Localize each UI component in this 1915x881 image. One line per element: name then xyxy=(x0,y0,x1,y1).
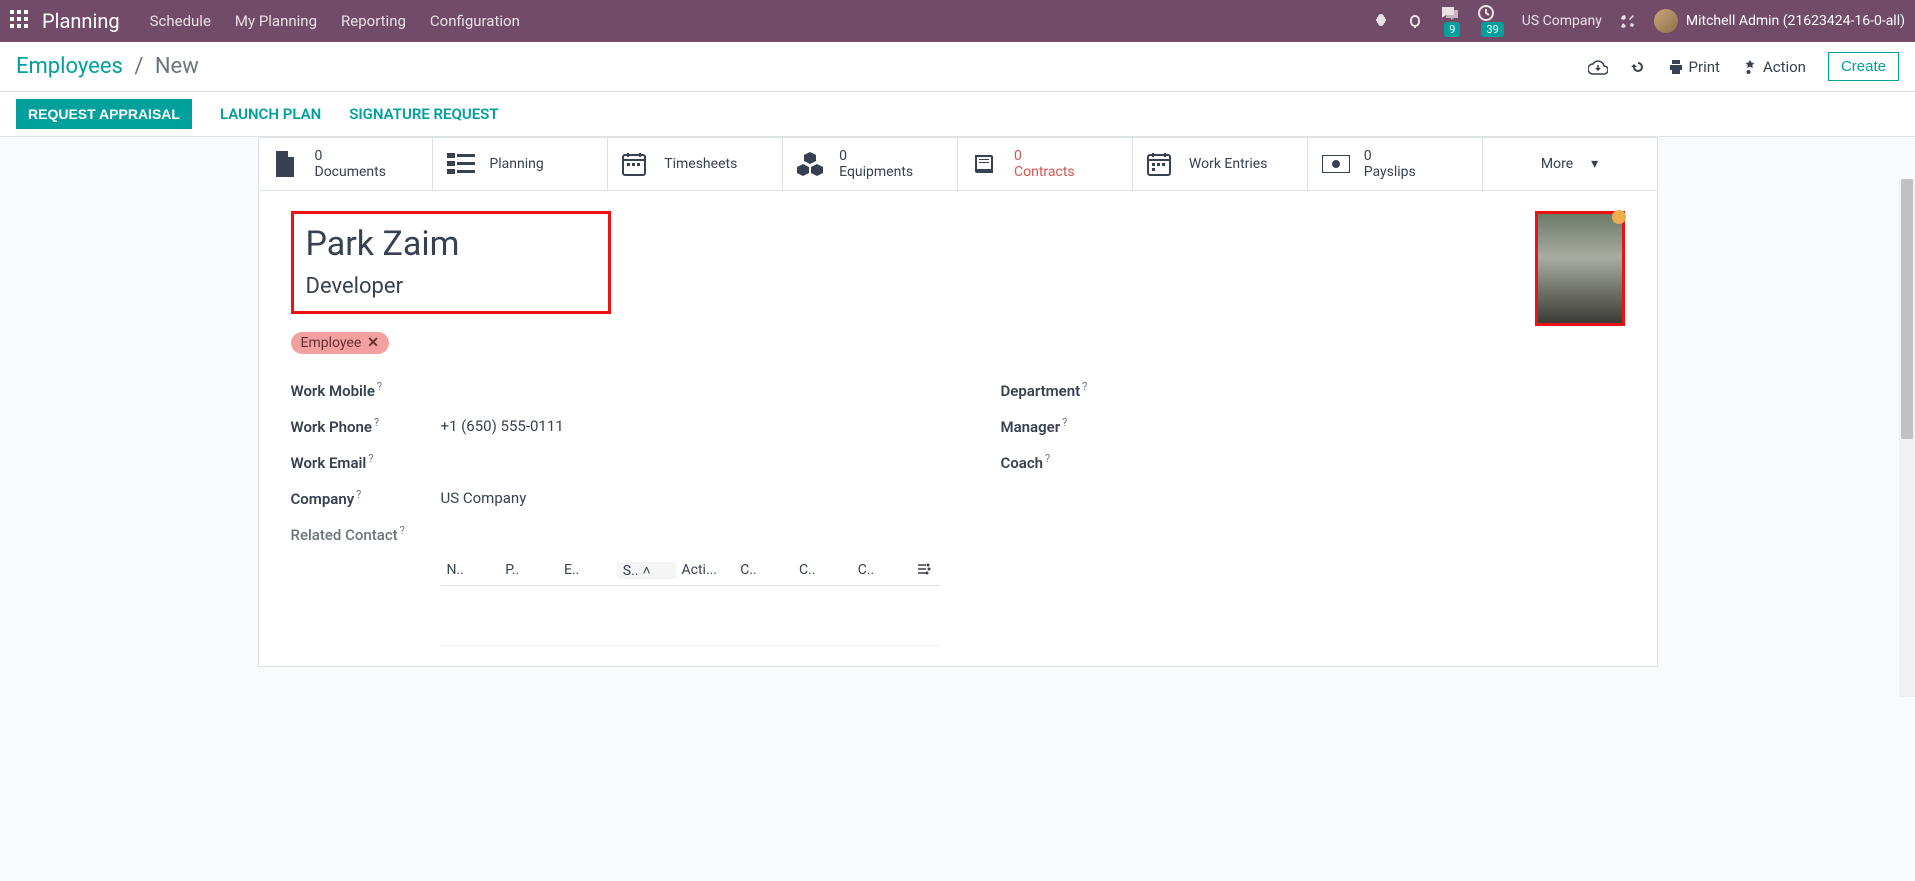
stat-work-entries[interactable]: Work Entries xyxy=(1133,138,1308,190)
sheet-body: Park Zaim Developer Employee ✕ Work Mobi… xyxy=(259,191,1657,666)
calendar-icon xyxy=(622,152,652,176)
create-button[interactable]: Create xyxy=(1828,52,1899,81)
app-brand: Planning xyxy=(42,9,120,33)
book-icon xyxy=(972,152,1002,176)
col-c2[interactable]: C.. xyxy=(793,562,852,579)
request-appraisal-button[interactable]: REQUEST APPRAISAL xyxy=(16,99,192,129)
stat-documents[interactable]: 0Documents xyxy=(259,138,434,190)
caret-down-icon: ▾ xyxy=(1591,156,1598,172)
menu-my-planning[interactable]: My Planning xyxy=(235,12,317,30)
user-name: Mitchell Admin (21623424-16-0-all) xyxy=(1686,13,1905,29)
department-label: Department? xyxy=(1001,380,1151,400)
col-s[interactable]: S.. ˄ xyxy=(617,562,676,579)
work-phone-label: Work Phone? xyxy=(291,416,441,436)
work-email-label: Work Email? xyxy=(291,452,441,472)
related-contact-table: N.. P.. E.. S.. ˄ Acti... C.. C.. C.. xyxy=(441,556,941,646)
menu-configuration[interactable]: Configuration xyxy=(430,12,520,30)
menu-reporting[interactable]: Reporting xyxy=(341,12,406,30)
calendar2-icon xyxy=(1147,152,1177,176)
col-c1[interactable]: C.. xyxy=(734,562,793,579)
breadcrumb-root[interactable]: Employees xyxy=(16,54,123,79)
tags[interactable]: Employee ✕ xyxy=(291,332,1625,354)
signature-request-button[interactable]: SIGNATURE REQUEST xyxy=(349,105,498,123)
employee-avatar[interactable] xyxy=(1535,211,1625,326)
stat-payslips[interactable]: 0Payslips xyxy=(1308,138,1483,190)
employee-title[interactable]: Developer xyxy=(306,274,538,299)
user-menu[interactable]: Mitchell Admin (21623424-16-0-all) xyxy=(1654,9,1905,33)
support-icon[interactable] xyxy=(1407,13,1423,29)
tag-employee: Employee ✕ xyxy=(291,332,390,354)
top-nav: Planning Schedule My Planning Reporting … xyxy=(0,0,1915,42)
stat-more[interactable]: More ▾ xyxy=(1483,138,1657,190)
col-n[interactable]: N.. xyxy=(441,562,500,579)
messages-badge: 9 xyxy=(1444,22,1460,37)
company-switcher[interactable]: US Company xyxy=(1522,13,1602,29)
nav-menu: Schedule My Planning Reporting Configura… xyxy=(150,12,520,30)
stat-contracts[interactable]: 0Contracts xyxy=(958,138,1133,190)
user-avatar-icon xyxy=(1654,9,1678,33)
table-row[interactable] xyxy=(441,586,941,646)
main: 0Documents Planning Timesheets 0Equipmen… xyxy=(0,137,1915,697)
tag-remove-icon[interactable]: ✕ xyxy=(367,335,379,351)
left-col: Work Mobile? Work Phone? +1 (650) 555-01… xyxy=(291,372,941,646)
company-label: Company? xyxy=(291,488,441,508)
work-phone-field[interactable]: +1 (650) 555-0111 xyxy=(441,417,564,435)
activity-icon[interactable]: 39 xyxy=(1478,5,1503,37)
company-field[interactable]: US Company xyxy=(441,489,527,507)
tools-icon[interactable] xyxy=(1620,13,1636,29)
right-col: Department? Manager? Coach? xyxy=(1001,372,1625,646)
coach-label: Coach? xyxy=(1001,452,1151,472)
related-contact-label: Related Contact? xyxy=(291,524,441,544)
print-button[interactable]: Print xyxy=(1668,58,1720,76)
activity-badge: 39 xyxy=(1481,22,1503,37)
work-mobile-label: Work Mobile? xyxy=(291,380,441,400)
action-button[interactable]: Action xyxy=(1742,58,1806,76)
col-p[interactable]: P.. xyxy=(499,562,558,579)
stat-row: 0Documents Planning Timesheets 0Equipmen… xyxy=(259,138,1657,191)
scrollbar[interactable] xyxy=(1899,179,1915,697)
launch-plan-button[interactable]: LAUNCH PLAN xyxy=(220,105,321,123)
name-highlight-box: Park Zaim Developer xyxy=(291,211,611,314)
manager-label: Manager? xyxy=(1001,416,1151,436)
messages-icon[interactable]: 9 xyxy=(1441,5,1460,37)
money-icon xyxy=(1322,155,1352,173)
col-e[interactable]: E.. xyxy=(558,562,617,579)
breadcrumb-current: New xyxy=(155,54,199,79)
col-c3[interactable]: C.. xyxy=(852,562,911,579)
tasks-icon xyxy=(447,153,477,175)
sort-asc-icon: ˄ xyxy=(642,562,650,579)
menu-schedule[interactable]: Schedule xyxy=(150,12,211,30)
action-bar: Employees / New Print Action Create xyxy=(0,42,1915,92)
bug-icon[interactable] xyxy=(1373,13,1389,29)
employee-name[interactable]: Park Zaim xyxy=(306,224,538,264)
document-icon xyxy=(273,150,303,178)
scrollbar-thumb[interactable] xyxy=(1901,179,1913,439)
apps-icon[interactable] xyxy=(10,10,32,32)
discard-icon[interactable] xyxy=(1630,59,1646,75)
breadcrumb: Employees / New xyxy=(16,54,199,79)
stat-timesheets[interactable]: Timesheets xyxy=(608,138,783,190)
stat-planning[interactable]: Planning xyxy=(433,138,608,190)
stat-equipments[interactable]: 0Equipments xyxy=(783,138,958,190)
col-acti[interactable]: Acti... xyxy=(676,562,735,579)
status-bar: REQUEST APPRAISAL LAUNCH PLAN SIGNATURE … xyxy=(0,92,1915,137)
form-sheet: 0Documents Planning Timesheets 0Equipmen… xyxy=(258,137,1658,667)
breadcrumb-sep: / xyxy=(134,54,143,79)
cubes-icon xyxy=(797,152,827,176)
col-options[interactable] xyxy=(911,562,941,579)
cloud-save-icon[interactable] xyxy=(1588,59,1608,75)
